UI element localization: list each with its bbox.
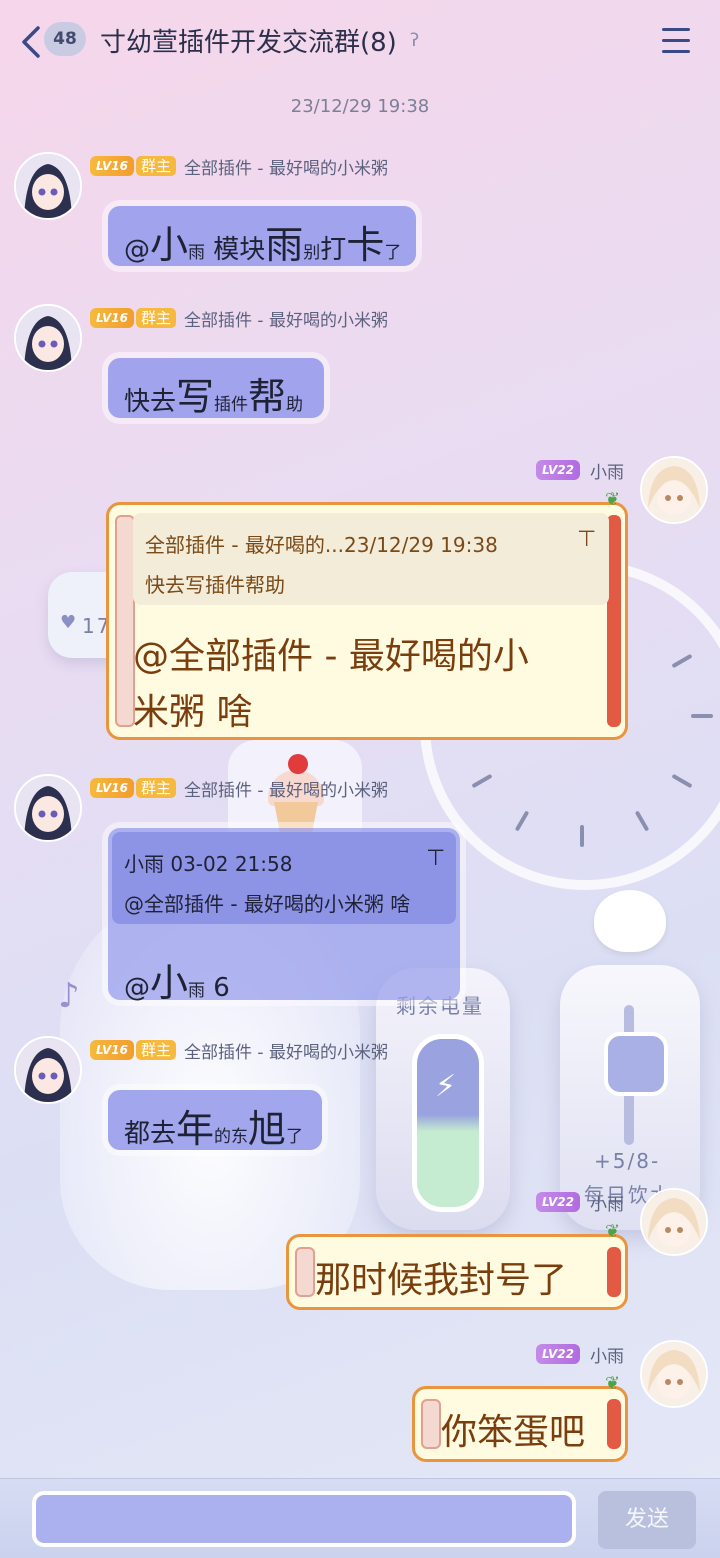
quote-block[interactable]: 小雨 03-02 21:58 ⊤ @全部插件 - 最好喝的小米粥 啥: [112, 832, 456, 924]
level-badge: LV22: [536, 460, 580, 480]
message-meta: LV16 群主 全部插件 - 最好喝的小米粥: [90, 154, 388, 179]
avatar[interactable]: [14, 1036, 82, 1104]
avatar[interactable]: [640, 1188, 708, 1256]
text-segment: 东: [231, 1127, 249, 1147]
owner-badge: 群主: [135, 156, 176, 176]
text-segment: 都去: [124, 1119, 177, 1149]
sender-name: 小雨: [589, 1194, 624, 1215]
text-segment: 了: [286, 1127, 304, 1147]
level-badge: LV22: [536, 1192, 580, 1212]
text-segment: 雨: [188, 243, 206, 263]
message-meta: LV16 群主 全部插件 - 最好喝的小米粥: [90, 776, 388, 801]
message-bubble[interactable]: ❦ 全部插件 - 最好喝的...23/12/29 19:38 ⊤ 快去写插件帮助…: [106, 489, 628, 740]
text-segment: 6: [205, 973, 230, 1003]
small-bunny-decoration: [594, 890, 666, 952]
text-segment: 模块: [205, 235, 266, 265]
text-segment: 打: [320, 235, 347, 265]
level-badge: LV16: [90, 778, 134, 798]
message-bubble[interactable]: ❦ 那时候我封号了: [286, 1221, 628, 1310]
message-text: 快去写插件帮助: [108, 358, 324, 433]
text-segment: 别: [303, 243, 321, 263]
avatar[interactable]: [640, 456, 708, 524]
sender-name: 全部插件 - 最好喝的小米粥: [184, 780, 388, 801]
battery-icon: ⚡: [412, 1034, 484, 1212]
level-badge: LV16: [90, 156, 134, 176]
sender-name: 全部插件 - 最好喝的小米粥: [184, 310, 388, 331]
text-segment: 了: [384, 243, 402, 263]
message-bubble[interactable]: 小雨 03-02 21:58 ⊤ @全部插件 - 最好喝的小米粥 啥 @小雨 6: [108, 828, 460, 1005]
message-input[interactable]: [36, 1495, 572, 1543]
chat-header: 48 寸幼萱插件开发交流群(8) ʔ: [0, 0, 720, 84]
message-text: 你笨蛋吧: [441, 1412, 586, 1453]
text-segment: @: [124, 235, 150, 265]
sender-name: 小雨: [589, 1346, 624, 1367]
quote-text: 快去写插件帮助: [145, 573, 285, 597]
pin-icon[interactable]: ⊤: [426, 846, 445, 871]
message-text: 都去年的东旭了: [108, 1090, 322, 1165]
message-meta: LV16 群主 全部插件 - 最好喝的小米粥: [90, 306, 388, 331]
leaf-icon: ❦: [605, 1373, 621, 1394]
group-title: 寸幼萱插件开发交流群(8): [100, 28, 397, 58]
message-bubble[interactable]: @小雨 模块雨别打卡了: [108, 206, 416, 267]
owner-badge: 群主: [135, 308, 176, 328]
level-badge: LV22: [536, 1344, 580, 1364]
text-segment: 快去: [124, 387, 177, 417]
message-bubble[interactable]: ❦ 你笨蛋吧: [412, 1373, 628, 1462]
message-meta: LV22 小雨: [536, 1342, 624, 1367]
quote-text: @全部插件 - 最好喝的小米粥 啥: [124, 892, 411, 916]
message-text: 米粥 啥: [133, 692, 253, 733]
quote-header: 全部插件 - 最好喝的...23/12/29 19:38: [145, 533, 498, 557]
text-segment: 助: [286, 395, 304, 415]
sender-name: 小雨: [589, 462, 624, 483]
sender-name: 全部插件 - 最好喝的小米粥: [184, 158, 388, 179]
quote-header: 小雨 03-02 21:58: [124, 852, 293, 876]
message-text: 那时候我封号了: [315, 1260, 568, 1301]
leaf-icon: ❦: [605, 1221, 621, 1242]
hamburger-menu-icon[interactable]: [662, 28, 690, 54]
text-segment: 的: [214, 1127, 232, 1147]
avatar[interactable]: [640, 1340, 708, 1408]
pin-icon[interactable]: ⊤: [577, 527, 596, 552]
text-segment: 旭: [248, 1107, 287, 1151]
sender-name: 全部插件 - 最好喝的小米粥: [184, 1042, 388, 1063]
text-segment: 小: [150, 961, 189, 1005]
ear-icon[interactable]: ʔ: [410, 30, 419, 51]
text-segment: @: [124, 973, 150, 1003]
text-segment: 小: [150, 223, 189, 267]
text-segment: 雨: [265, 223, 304, 267]
bunny-knob-icon: [604, 1032, 668, 1096]
text-segment: 插件: [214, 395, 249, 415]
text-segment: 帮: [248, 375, 287, 419]
message-meta: LV22 小雨: [536, 1190, 624, 1215]
water-count: +5/8-: [594, 1149, 661, 1173]
text-segment: 写: [176, 375, 215, 419]
message-text: @小雨 模块雨别打卡了: [108, 206, 416, 281]
message-text: @全部插件 - 最好喝的小: [133, 636, 529, 677]
message-meta: LV16 群主 全部插件 - 最好喝的小米粥: [90, 1038, 388, 1063]
avatar[interactable]: [14, 304, 82, 372]
level-badge: LV16: [90, 308, 134, 328]
music-note-icon: ♪: [58, 976, 80, 1016]
quote-block[interactable]: 全部插件 - 最好喝的...23/12/29 19:38 ⊤ 快去写插件帮助: [133, 513, 609, 605]
text-segment: 年: [176, 1107, 215, 1151]
level-badge: LV16: [90, 1040, 134, 1060]
avatar[interactable]: [14, 774, 82, 842]
message-bubble[interactable]: 快去写插件帮助: [108, 358, 324, 419]
lightning-icon: ⚡: [435, 1069, 457, 1104]
leaf-icon: ❦: [605, 489, 621, 510]
unread-count-badge[interactable]: 48: [44, 22, 86, 56]
input-bar: 发送: [0, 1478, 720, 1558]
send-button[interactable]: 发送: [598, 1491, 696, 1549]
message-timestamp: 23/12/29 19:38: [290, 96, 430, 117]
text-segment: 雨: [188, 981, 206, 1001]
message-text: @小雨 6: [108, 940, 246, 1019]
heart-icon: ♥: [60, 612, 77, 633]
text-segment: 卡: [346, 223, 385, 267]
message-meta: LV22 小雨: [536, 458, 624, 483]
avatar[interactable]: [14, 152, 82, 220]
message-bubble[interactable]: 都去年的东旭了: [108, 1090, 322, 1151]
owner-badge: 群主: [135, 1040, 176, 1060]
owner-badge: 群主: [135, 778, 176, 798]
